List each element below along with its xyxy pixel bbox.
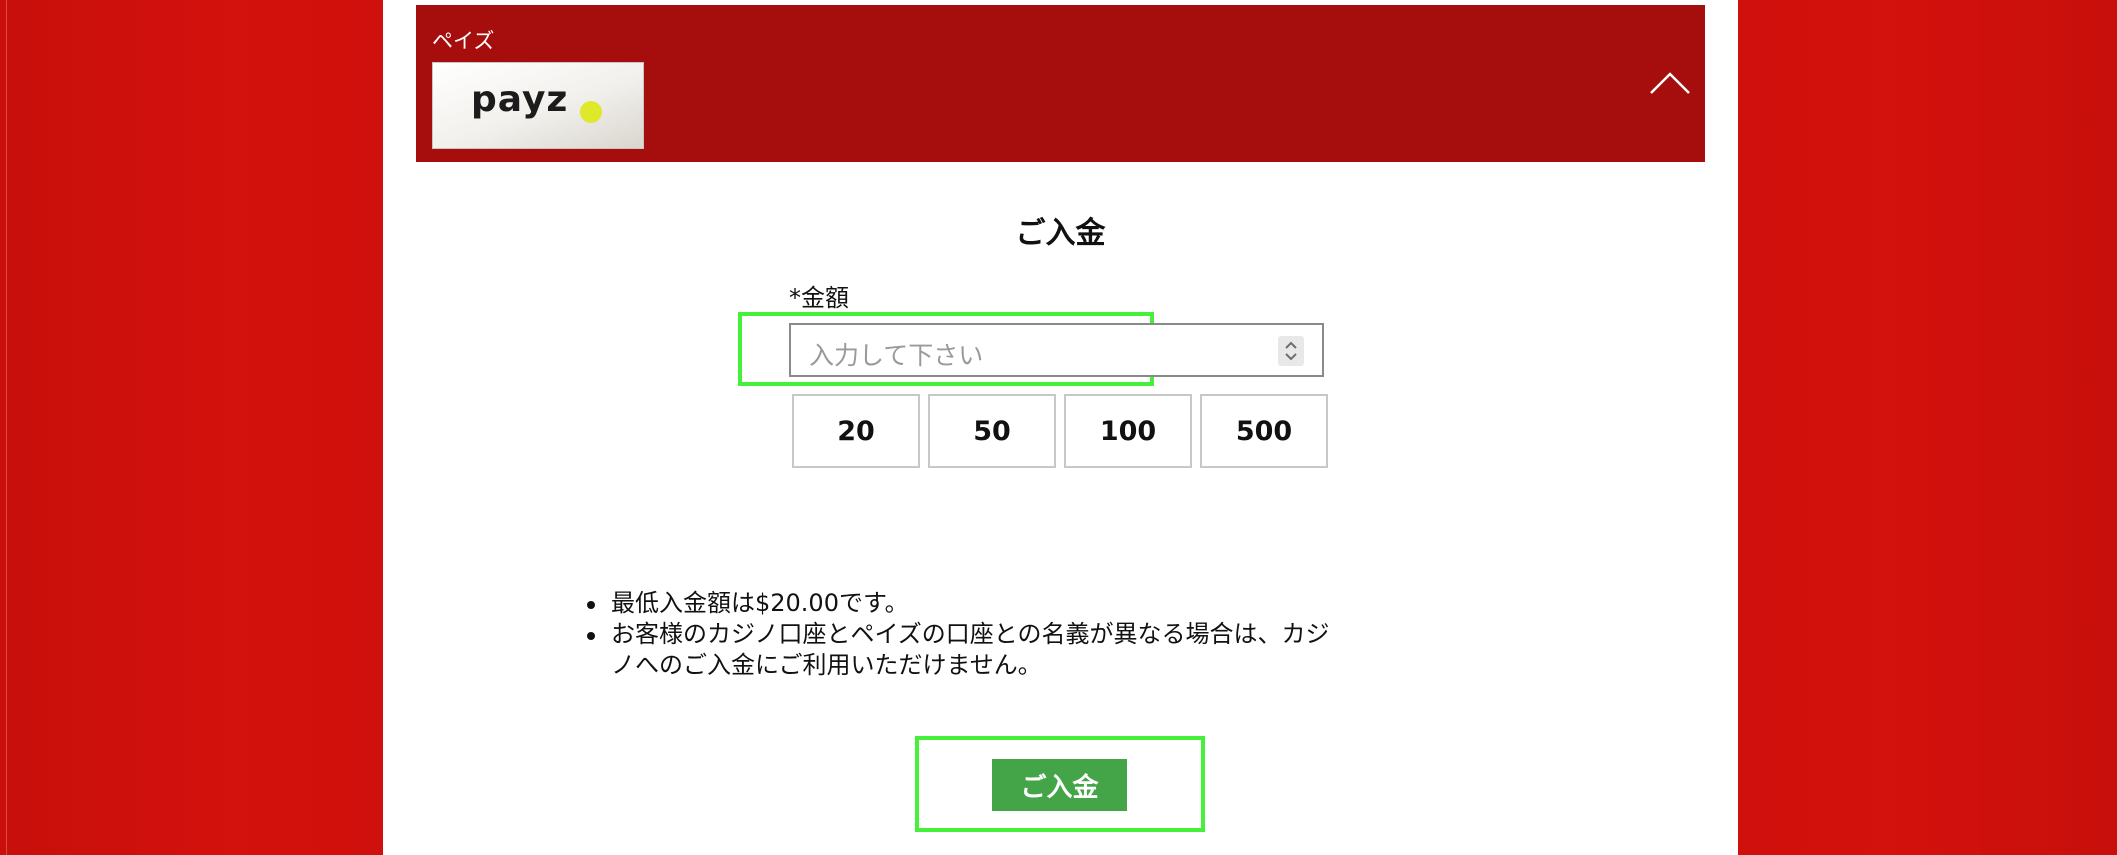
preset-amount-button[interactable]: 500 [1200, 394, 1328, 468]
amount-label: *金額 [789, 284, 849, 312]
note-item: お客様のカジノ口座とペイズの口座との名義が異なる場合は、カジノへのご入金にご利用… [581, 619, 1341, 681]
deposit-title: ご入金 [1015, 216, 1106, 251]
deposit-submit-button[interactable]: ご入金 [992, 759, 1127, 811]
amount-placeholder: 入力して下さい [809, 341, 984, 370]
deposit-notes: 最低入金額は$20.00です。 お客様のカジノ口座とペイズの口座との名義が異なる… [581, 588, 1341, 681]
spin-stepper-icon[interactable] [1278, 336, 1304, 366]
amount-input[interactable]: 入力して下さい [789, 323, 1324, 377]
preset-amount-button[interactable]: 20 [792, 394, 920, 468]
provider-name: ペイズ [432, 29, 495, 53]
note-item: 最低入金額は$20.00です。 [581, 588, 1341, 619]
payment-panel: ペイズ payz ご入金 *金額 入力して下さい 20 50 100 500 最… [383, 0, 1738, 855]
right-background [1738, 0, 2117, 855]
payz-logo-text: payz [471, 79, 569, 120]
chevron-up-icon[interactable] [1648, 69, 1692, 97]
logo-dot-icon [580, 101, 602, 123]
preset-amounts: 20 50 100 500 [792, 394, 1328, 468]
payz-logo: payz [432, 62, 644, 149]
preset-amount-button[interactable]: 100 [1064, 394, 1192, 468]
preset-amount-button[interactable]: 50 [928, 394, 1056, 468]
left-background [0, 0, 383, 855]
payment-method-header[interactable]: ペイズ payz [416, 5, 1705, 162]
